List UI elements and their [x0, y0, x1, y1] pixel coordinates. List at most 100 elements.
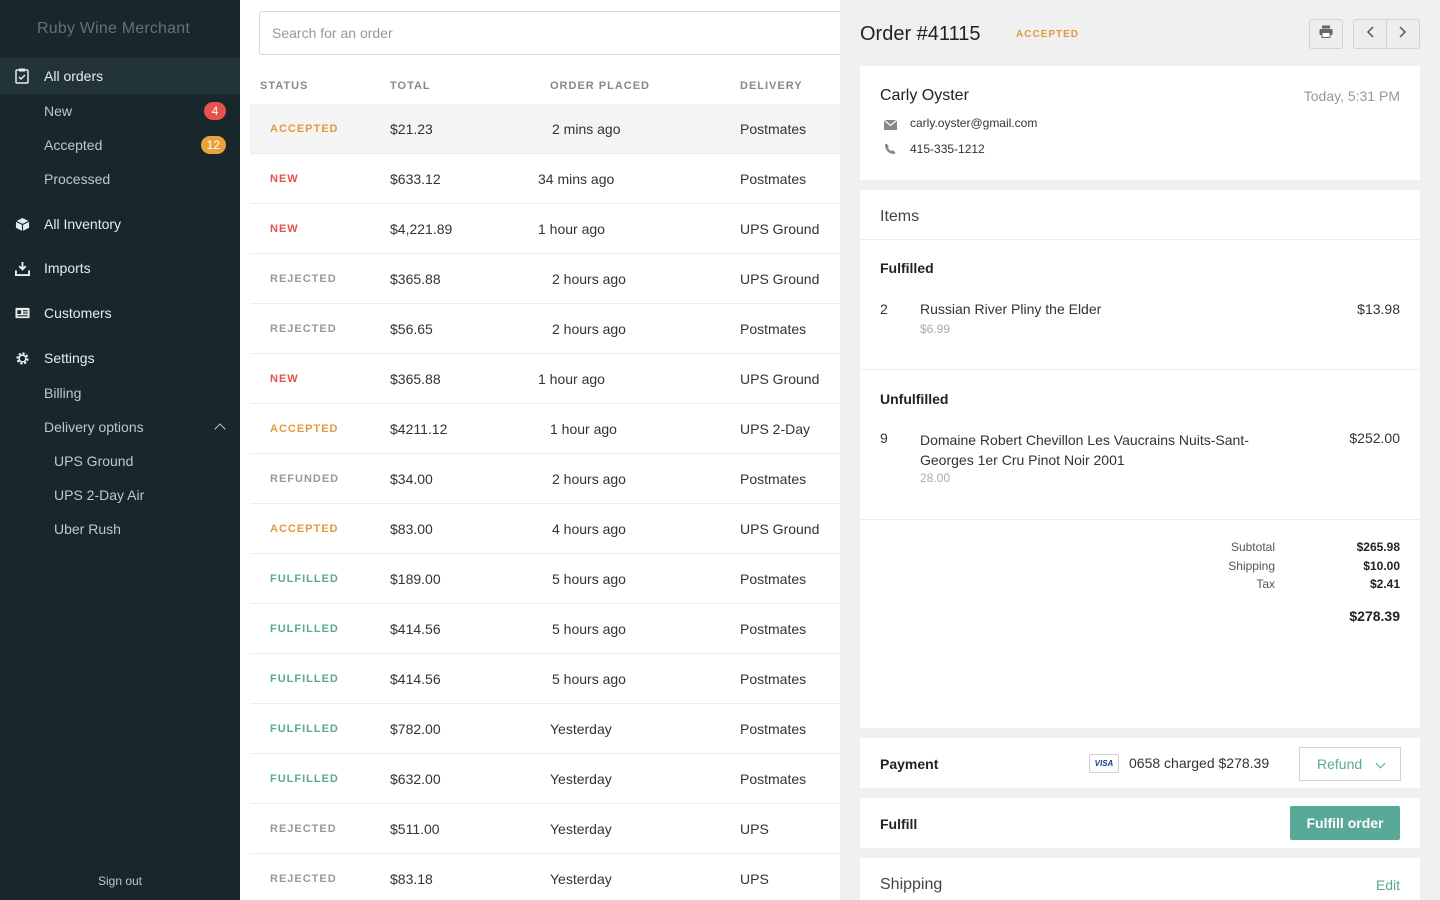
- order-placed: 2 hours ago: [552, 470, 626, 487]
- customer-card: Carly Oyster Today, 5:31 PM carly.oyster…: [860, 66, 1420, 180]
- item-unit-price: $6.99: [920, 322, 951, 336]
- order-placed: 5 hours ago: [552, 670, 626, 687]
- nav-new[interactable]: New 4: [0, 94, 240, 128]
- download-icon: [14, 260, 30, 276]
- sidebar: Ruby Wine Merchant All orders New 4 Acce…: [0, 0, 240, 900]
- order-total: $365.88: [390, 270, 441, 287]
- order-status: REJECTED: [270, 322, 337, 335]
- orders-list: STATUS TOTAL ORDER PLACED DELIVERY ACCEP…: [240, 0, 1080, 900]
- nav-billing[interactable]: Billing: [0, 376, 240, 410]
- tax-label: Tax: [1256, 577, 1275, 591]
- chevron-up-icon: [214, 423, 226, 435]
- fulfill-order-button[interactable]: Fulfill order: [1290, 806, 1400, 840]
- next-order-button[interactable]: [1386, 19, 1420, 49]
- item-quantity: 9: [880, 430, 888, 446]
- shipping-card: Shipping Edit: [860, 858, 1420, 900]
- shipping-value: $10.00: [1363, 559, 1400, 573]
- table-row[interactable]: FULFILLED $632.00 Yesterday Postmates: [250, 754, 840, 804]
- subtotal-value: $265.98: [1356, 540, 1400, 554]
- order-placed: 2 hours ago: [552, 270, 626, 287]
- nav-settings-label: Settings: [44, 350, 95, 366]
- order-placed: Yesterday: [550, 720, 612, 737]
- order-status: NEW: [270, 172, 299, 185]
- order-status: REJECTED: [270, 272, 337, 285]
- nav-delivery-options-label: Delivery options: [44, 419, 144, 435]
- order-delivery: Postmates: [740, 120, 807, 137]
- nav-settings[interactable]: Settings: [0, 340, 240, 376]
- table-row[interactable]: REJECTED $56.65 2 hours ago Postmates: [250, 304, 840, 354]
- table-row[interactable]: FULFILLED $414.56 5 hours ago Postmates: [250, 604, 840, 654]
- table-row[interactable]: REJECTED $365.88 2 hours ago UPS Ground: [250, 254, 840, 304]
- order-total: $4,221.89: [390, 220, 453, 237]
- table-row[interactable]: FULFILLED $189.00 5 hours ago Postmates: [250, 554, 840, 604]
- order-status: FULFILLED: [270, 572, 339, 585]
- table-row[interactable]: NEW $633.12 34 mins ago Postmates: [250, 154, 840, 204]
- order-placed: 34 mins ago: [538, 170, 615, 187]
- nav-processed-label: Processed: [44, 171, 111, 187]
- table-row[interactable]: ACCEPTED $4211.12 1 hour ago UPS 2-Day: [250, 404, 840, 454]
- table-row[interactable]: REJECTED $511.00 Yesterday UPS: [250, 804, 840, 854]
- customer-name: Carly Oyster: [880, 87, 969, 104]
- order-status: FULFILLED: [270, 722, 339, 735]
- search-input[interactable]: [259, 11, 859, 55]
- order-delivery: Postmates: [740, 170, 807, 187]
- table-row[interactable]: REFUNDED $34.00 2 hours ago Postmates: [250, 454, 840, 504]
- nav-all-inventory-label: All Inventory: [44, 216, 122, 232]
- previous-order-button[interactable]: [1353, 19, 1387, 49]
- email-icon: [883, 117, 898, 135]
- chevron-down-icon: [1375, 758, 1386, 769]
- nav-all-orders[interactable]: All orders: [0, 58, 240, 94]
- table-row[interactable]: ACCEPTED $21.23 2 mins ago Postmates: [250, 104, 840, 154]
- order-placed: 5 hours ago: [552, 620, 626, 637]
- order-status: REFUNDED: [270, 472, 340, 485]
- table-row[interactable]: NEW $4,221.89 1 hour ago UPS Ground: [250, 204, 840, 254]
- nav-processed[interactable]: Processed: [0, 162, 240, 196]
- item-name: Domaine Robert Chevillon Les Vaucrains N…: [920, 432, 1249, 468]
- order-status: REJECTED: [270, 822, 337, 835]
- printer-icon: [1319, 25, 1333, 43]
- order-delivery: Postmates: [740, 570, 807, 587]
- gear-icon: [14, 350, 30, 366]
- shipping-edit-link[interactable]: Edit: [1376, 877, 1400, 893]
- order-placed-time: Today, 5:31 PM: [1303, 88, 1400, 104]
- item-price: $252.00: [1349, 430, 1400, 446]
- nav-ups-2day-air[interactable]: UPS 2-Day Air: [0, 478, 240, 512]
- customer-phone[interactable]: 415-335-1212: [910, 142, 985, 156]
- order-status: ACCEPTED: [270, 422, 339, 435]
- order-status-badge: ACCEPTED: [1016, 29, 1080, 40]
- shipping-label: Shipping: [1228, 559, 1275, 573]
- nav-all-inventory[interactable]: All Inventory: [0, 206, 240, 242]
- table-row[interactable]: ACCEPTED $83.00 4 hours ago UPS Ground: [250, 504, 840, 554]
- order-delivery: Postmates: [740, 720, 807, 737]
- order-status: ACCEPTED: [270, 522, 339, 535]
- order-delivery: Postmates: [740, 670, 807, 687]
- order-total: $511.00: [390, 820, 440, 837]
- nav-customers[interactable]: Customers: [0, 295, 240, 331]
- nav-ups-ground[interactable]: UPS Ground: [0, 444, 240, 478]
- order-total: $782.00: [390, 720, 441, 737]
- item-quantity: 2: [880, 301, 888, 317]
- nav-accepted[interactable]: Accepted 12: [0, 128, 240, 162]
- table-row[interactable]: FULFILLED $782.00 Yesterday Postmates: [250, 704, 840, 754]
- table-row[interactable]: REJECTED $83.18 Yesterday UPS: [250, 854, 840, 900]
- order-delivery: Postmates: [740, 770, 807, 787]
- item-unit-price: 28.00: [920, 471, 951, 485]
- order-delivery: UPS 2-Day: [740, 420, 811, 437]
- sign-out-link[interactable]: Sign out: [0, 874, 240, 888]
- refund-label: Refund: [1317, 756, 1363, 772]
- order-placed: Yesterday: [550, 770, 612, 787]
- nav-delivery-options[interactable]: Delivery options: [0, 410, 240, 444]
- column-order-placed[interactable]: ORDER PLACED: [550, 80, 650, 92]
- refund-dropdown[interactable]: Refund: [1299, 747, 1401, 781]
- column-delivery[interactable]: DELIVERY: [740, 80, 803, 92]
- column-total[interactable]: TOTAL: [390, 80, 431, 92]
- customer-email[interactable]: carly.oyster@gmail.com: [910, 116, 1037, 130]
- nav-imports[interactable]: Imports: [0, 250, 240, 286]
- table-row[interactable]: FULFILLED $414.56 5 hours ago Postmates: [250, 654, 840, 704]
- table-row[interactable]: NEW $365.88 1 hour ago UPS Ground: [250, 354, 840, 404]
- nav-ups-2day-air-label: UPS 2-Day Air: [54, 487, 145, 503]
- column-status[interactable]: STATUS: [260, 80, 308, 92]
- order-status: REJECTED: [270, 872, 337, 885]
- print-button[interactable]: [1309, 19, 1343, 49]
- nav-uber-rush[interactable]: Uber Rush: [0, 512, 240, 546]
